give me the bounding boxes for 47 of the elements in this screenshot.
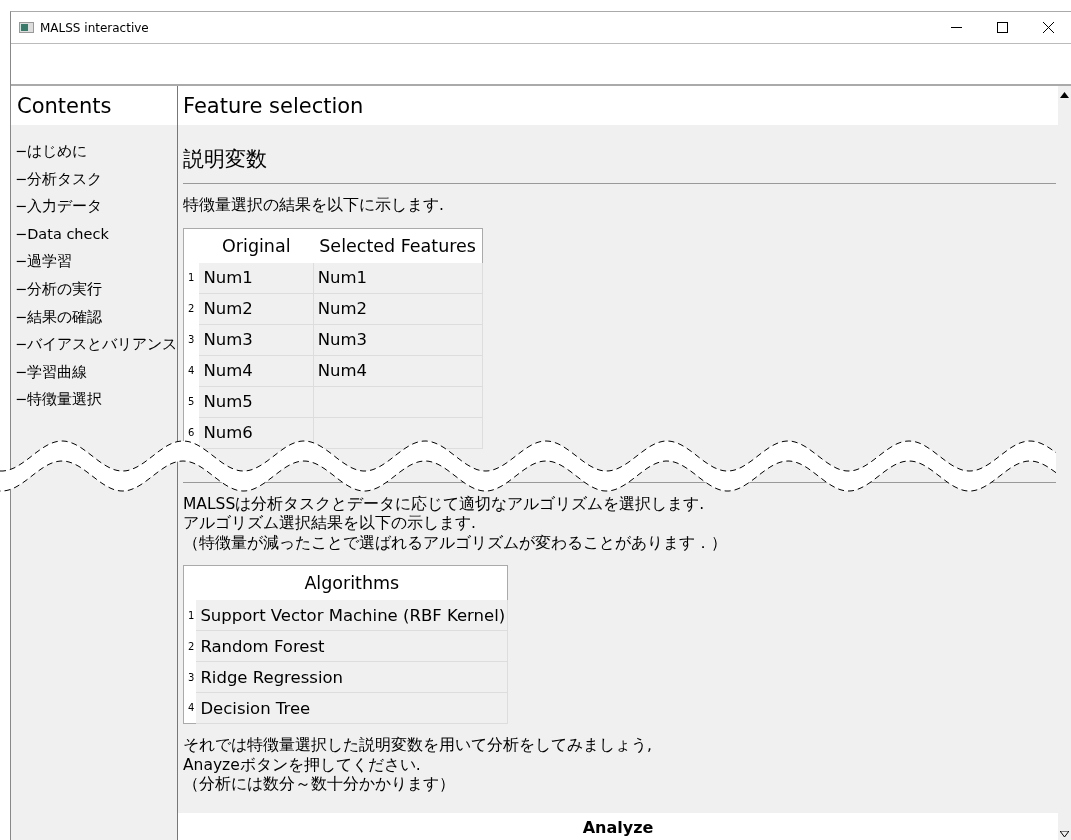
table-cell: Num2 [313, 293, 483, 324]
table-cell: Num4 [313, 355, 483, 386]
row-number: 3 [183, 661, 197, 693]
contents-link[interactable]: −Data check [11, 220, 177, 249]
column-header: Selected Features [313, 228, 483, 263]
row-number: 1 [183, 600, 197, 631]
row-number: 4 [183, 355, 200, 386]
contents-link[interactable]: −結果の確認 [11, 303, 177, 332]
table-cell: Support Vector Machine (RBF Kernel) [196, 600, 508, 631]
maximize-icon[interactable] [996, 22, 1008, 33]
paragraph: それでは特徴量選択した説明変数を用いて分析をしてみましょう, Anayzeボタンを押してください. （分析には数分～数十分かかります） [183, 736, 653, 795]
table-cell: Num4 [199, 355, 314, 386]
window-title: MALSS interactive [40, 20, 150, 35]
contents-title: Contents [11, 86, 177, 125]
contents-link[interactable]: −分析タスク [11, 165, 177, 194]
contents-link[interactable]: −学習曲線 [11, 358, 177, 387]
column-header: Original [199, 228, 314, 263]
close-icon[interactable] [1042, 22, 1054, 33]
scroll-down-icon[interactable] [1060, 831, 1069, 837]
app-icon [19, 22, 34, 33]
contents-link[interactable]: −過学習 [11, 248, 177, 276]
table-cell: Num2 [199, 293, 314, 324]
contents-link[interactable]: −バイアスとバリアンス [11, 331, 177, 359]
contents-link[interactable]: −特徴量選択 [11, 386, 177, 414]
row-number: 4 [183, 692, 197, 724]
row-number: 2 [183, 293, 200, 324]
table-cell: Num3 [199, 324, 314, 355]
paragraph: MALSSは分析タスクとデータに応じて適切なアルゴリズムを選択します. アルゴリズム選択結果を以下の示します. （特徴量が減ったことで選ばれるアルゴリズムが変わることがあります．） [183, 494, 728, 553]
table-cell: Decision Tree [196, 692, 508, 724]
table-cell: Num5 [199, 386, 314, 417]
row-number: 1 [183, 262, 200, 293]
contents-link[interactable]: −はじめに [11, 138, 177, 166]
column-header: Algorithms [196, 565, 508, 600]
section-heading: 説明変数 [183, 145, 1056, 184]
table-cell: Num1 [313, 262, 483, 293]
table-cell: Num1 [199, 262, 314, 293]
table-cell: Random Forest [196, 630, 508, 662]
scrollbar[interactable] [1058, 86, 1071, 840]
table-cell: Num3 [313, 324, 483, 355]
contents-link[interactable]: −入力データ [11, 193, 177, 221]
contents-link[interactable]: −分析の実行 [11, 275, 177, 304]
scroll-up-icon[interactable] [1060, 92, 1069, 98]
row-number: 2 [183, 630, 197, 662]
row-number: 3 [183, 324, 200, 355]
paragraph: 特徴量選択の結果を以下に示します. [183, 196, 445, 216]
row-number: 5 [183, 386, 200, 417]
table-cell: Ridge Regression [196, 661, 508, 693]
